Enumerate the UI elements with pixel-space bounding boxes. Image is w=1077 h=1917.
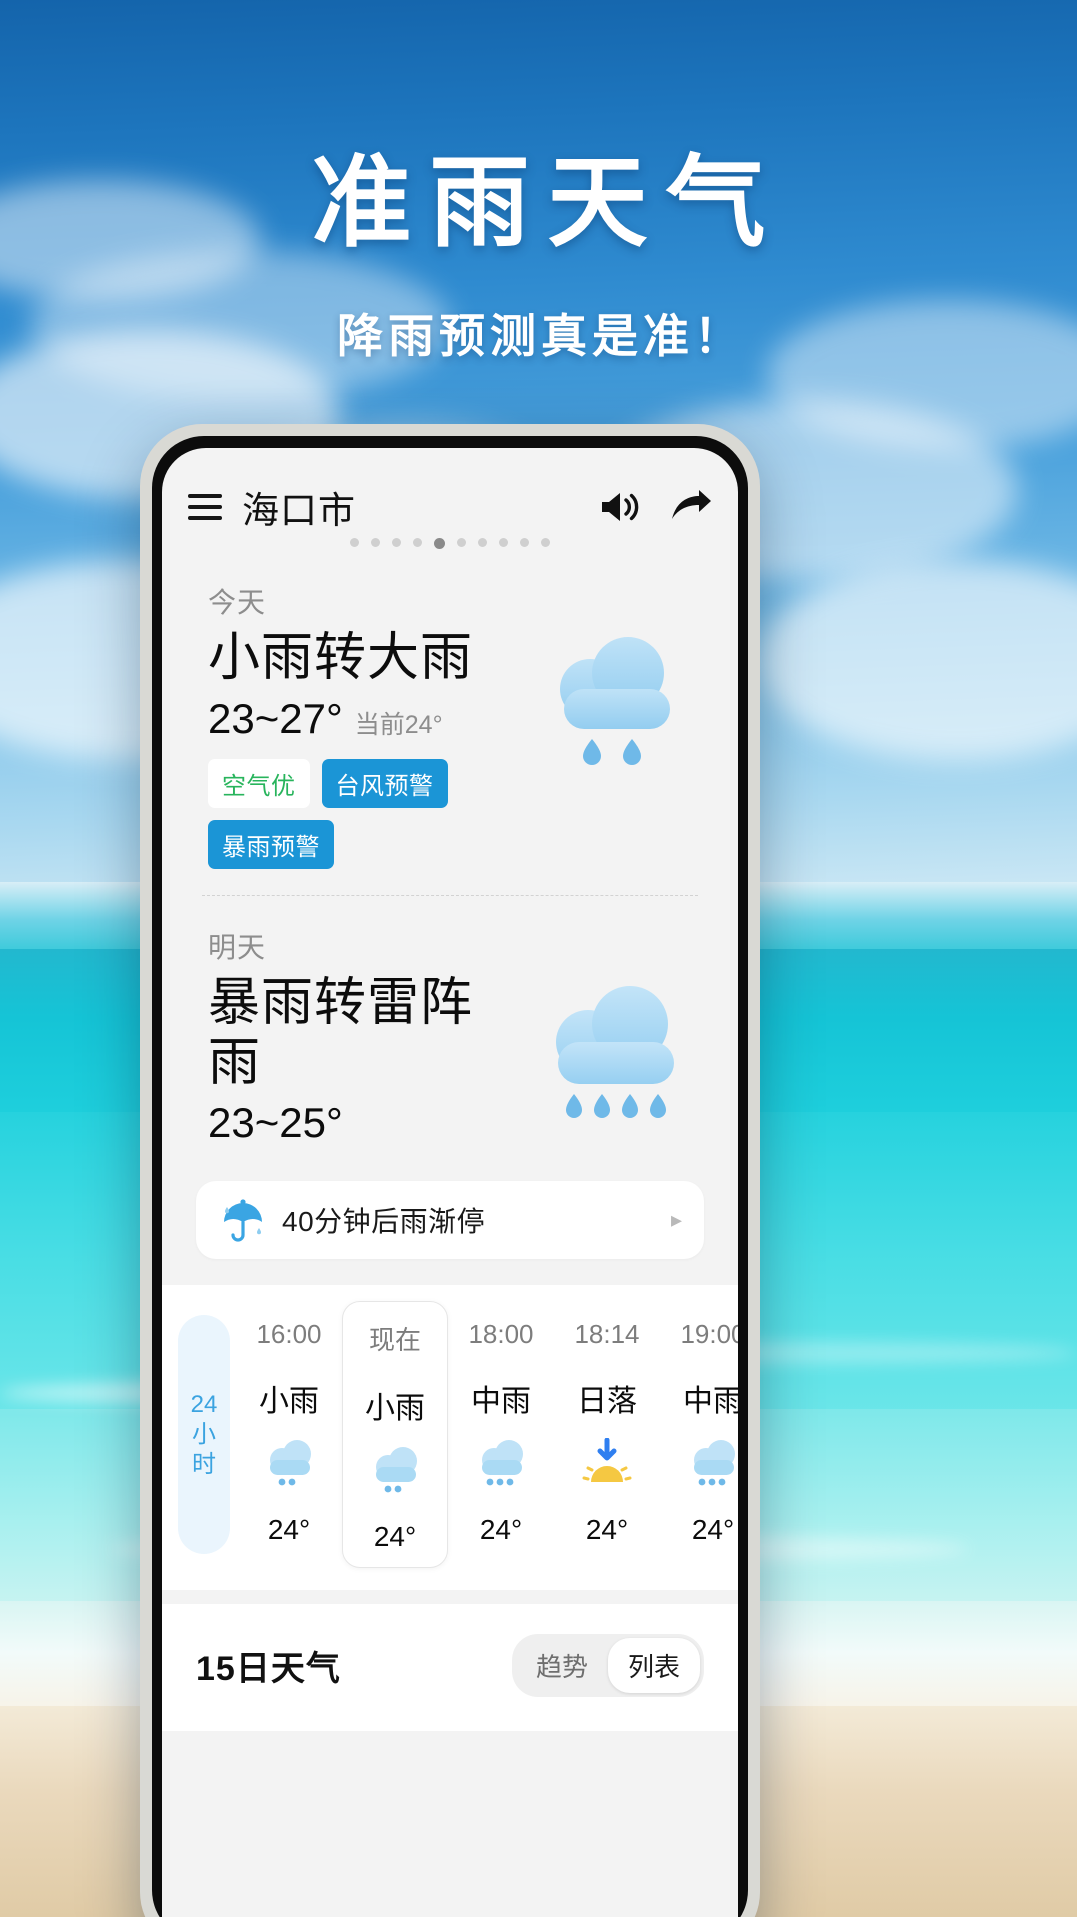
tomorrow-weather-icon (524, 980, 692, 1128)
today-current-temp: 当前24° (354, 710, 443, 739)
fifteen-day-title: 15日天气 (196, 1650, 341, 1689)
moderate-rain-icon (684, 1438, 738, 1486)
hourly-24h-text-2: 小 (192, 1420, 216, 1448)
light-rain-icon (366, 1445, 424, 1493)
tomorrow-condition: 暴雨转雷阵雨 (208, 973, 474, 1092)
today-badges: 空气优 台风预警 暴雨预警 (208, 758, 528, 869)
hourly-condition: 小雨 (259, 1385, 319, 1419)
page-dot[interactable] (520, 538, 529, 547)
tomorrow-temp-line: 23~25° (208, 1099, 524, 1147)
hourly-temp: 24° (585, 1514, 629, 1546)
hourly-24h-label: 24 小 时 (178, 1315, 230, 1555)
air-quality-badge[interactable]: 空气优 (208, 758, 310, 808)
hourly-temp: 24° (267, 1514, 311, 1546)
tomorrow-row: 暴雨转雷阵雨 23~25° (208, 966, 692, 1148)
page-dot[interactable] (478, 538, 487, 547)
tab-trend[interactable]: 趋势 (516, 1638, 608, 1693)
view-mode-segmented-control[interactable]: 趋势 列表 (511, 1634, 704, 1698)
page-dot[interactable] (499, 538, 508, 547)
hourly-24h-text-1: 24 (190, 1390, 218, 1418)
hourly-temp: 24° (691, 1514, 735, 1546)
chevron-right-icon[interactable]: ▸ (671, 1207, 682, 1233)
hourly-item-sunset[interactable]: 18:14 日落 24° (554, 1301, 660, 1568)
speaker-icon[interactable] (598, 489, 642, 525)
fifteen-day-section-header: 15日天气 趋势 列表 (162, 1604, 738, 1732)
hourly-items: 16:00 小雨 24° 现在 小雨 24° 18:00 中雨 24° 18:1… (236, 1301, 738, 1569)
tomorrow-label: 明天 (208, 931, 267, 963)
hero-subtitle: 降雨预测真是准！ (337, 311, 745, 362)
tomorrow-forecast-card[interactable]: 明天 暴雨转雷阵雨 23~25° (162, 896, 738, 1148)
light-rain-icon (260, 1438, 318, 1486)
hourly-condition: 中雨 (471, 1385, 531, 1419)
hourly-item[interactable]: 19:00 中雨 24° (660, 1301, 738, 1568)
page-dot[interactable] (392, 538, 401, 547)
hourly-condition: 小雨 (365, 1392, 425, 1426)
hourly-temp: 24° (373, 1521, 417, 1553)
tomorrow-text-group: 暴雨转雷阵雨 23~25° (208, 966, 524, 1148)
hourly-item[interactable]: 16:00 小雨 24° (236, 1301, 342, 1568)
city-name[interactable]: 海口市 (242, 480, 356, 534)
hourly-condition: 中雨 (683, 1385, 738, 1419)
hourly-time: 19:00 (680, 1319, 738, 1350)
page-dot-active[interactable] (434, 538, 445, 549)
hourly-time: 18:14 (574, 1319, 640, 1350)
today-label: 今天 (208, 587, 267, 618)
tab-list[interactable]: 列表 (607, 1638, 700, 1694)
page-dot[interactable] (541, 538, 550, 547)
hero-title: 准雨天气 (311, 148, 784, 259)
today-temp-range: 23~27° (208, 694, 343, 742)
rain-tip-text: 40分钟后雨渐停 (282, 1206, 486, 1238)
phone-mockup: 海口市 今天 小雨转大雨 23~27° 当前24° 空气优 台风预警 暴雨预警 … (140, 424, 760, 1917)
sunset-icon (578, 1437, 636, 1486)
today-temp-line: 23~27° 当前24° (208, 695, 528, 743)
today-condition: 小雨转大雨 (208, 629, 474, 687)
share-arrow-icon[interactable] (670, 489, 712, 525)
hero-banner: 准雨天气 降雨预测真是准！ (0, 0, 1077, 366)
hourly-temp: 24° (479, 1514, 523, 1546)
app-header: 海口市 (162, 448, 738, 531)
page-dot[interactable] (350, 538, 359, 547)
umbrella-icon (218, 1195, 268, 1245)
hourly-time: 18:00 (468, 1319, 534, 1350)
tomorrow-temp-range: 23~25° (208, 1099, 343, 1147)
phone-screen: 海口市 今天 小雨转大雨 23~27° 当前24° 空气优 台风预警 暴雨预警 … (162, 448, 738, 1917)
page-dot[interactable] (457, 538, 466, 547)
hourly-time: 16:00 (256, 1319, 322, 1350)
phone-bezel: 海口市 今天 小雨转大雨 23~27° 当前24° 空气优 台风预警 暴雨预警 … (152, 436, 748, 1917)
hourly-time: 现在 (368, 1325, 421, 1356)
hourly-item[interactable]: 18:00 中雨 24° (448, 1301, 554, 1568)
page-dot[interactable] (371, 538, 380, 547)
page-dot[interactable] (413, 538, 422, 547)
rain-forecast-tip-bar[interactable]: 40分钟后雨渐停 ▸ (196, 1181, 704, 1260)
today-text-group: 小雨转大雨 23~27° 当前24° 空气优 台风预警 暴雨预警 (208, 621, 528, 869)
hourly-item-current[interactable]: 现在 小雨 24° (342, 1301, 448, 1569)
today-forecast-card[interactable]: 今天 小雨转大雨 23~27° 当前24° 空气优 台风预警 暴雨预警 (162, 551, 738, 869)
hourly-condition: 日落 (577, 1385, 637, 1419)
today-row: 小雨转大雨 23~27° 当前24° 空气优 台风预警 暴雨预警 (208, 621, 692, 869)
rainstorm-warning-badge[interactable]: 暴雨预警 (208, 819, 334, 869)
hamburger-menu-icon[interactable] (188, 494, 222, 520)
hourly-24h-text-3: 时 (192, 1450, 216, 1478)
hourly-forecast-strip[interactable]: 24 小 时 16:00 小雨 24° 现在 小雨 24° 18:00 中雨 2… (162, 1285, 738, 1591)
typhoon-warning-badge[interactable]: 台风预警 (321, 758, 448, 808)
moderate-rain-icon (472, 1438, 530, 1486)
today-weather-icon (528, 631, 688, 771)
